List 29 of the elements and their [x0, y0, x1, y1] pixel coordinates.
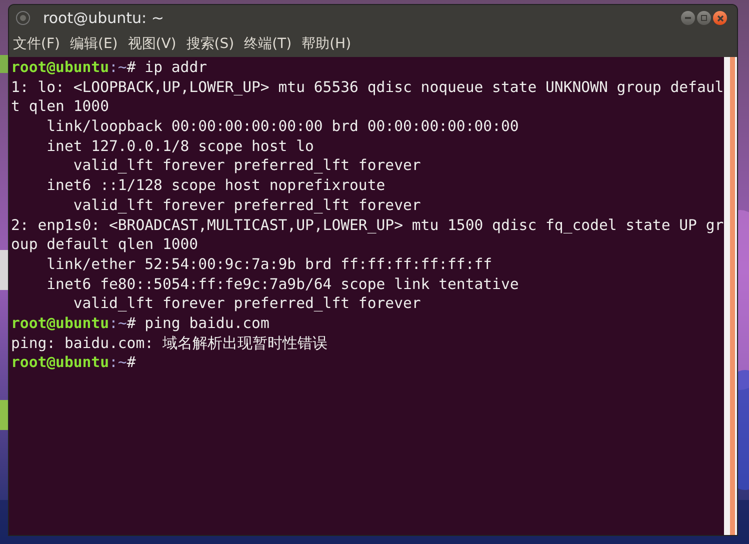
- menu-item[interactable]: 文件(F): [13, 34, 60, 54]
- prompt-line: root@ubuntu:~# ip addr: [11, 58, 208, 78]
- maximize-button[interactable]: [697, 11, 711, 25]
- menu-item[interactable]: 终端(T): [244, 34, 292, 54]
- output-line: 2: enp1s0: <BROADCAST,MULTICAST,UP,LOWER_UP> mtu 1500 qdisc fq_codel state UP gr: [11, 216, 724, 236]
- output-line: inet 127.0.0.1/8 scope host lo: [46, 136, 315, 156]
- output-line: valid_lft forever preferred_lft forever: [72, 156, 422, 176]
- close-button[interactable]: [713, 11, 727, 25]
- output-line: 1: lo: <LOOPBACK,UP,LOWER_UP> mtu 65536 qdisc noqueue state UNKNOWN group defaul: [11, 78, 724, 98]
- menu-item[interactable]: 帮助(H): [302, 34, 352, 54]
- prompt-line: root@ubuntu:~# ping baidu.com: [11, 314, 270, 334]
- output-line: oup default qlen 1000: [11, 235, 200, 255]
- output-line: inet6 ::1/128 scope host noprefixroute: [46, 176, 386, 196]
- output-line: inet6 fe80::5054:ff:fe9c:7a9b/64 scope link tentative: [46, 274, 520, 294]
- output-line: valid_lft forever preferred_lft forever: [72, 294, 422, 314]
- minimize-button[interactable]: [681, 11, 695, 25]
- menu-item[interactable]: 视图(V): [128, 34, 176, 54]
- output-line: valid_lft forever preferred_lft forever: [72, 196, 422, 216]
- output-line: t qlen 1000: [11, 97, 110, 118]
- close-icon: [716, 14, 724, 22]
- scrollbar[interactable]: [724, 57, 737, 535]
- output-line: ping: baidu.com: 域名解析出现暂时性错误: [11, 334, 328, 354]
- output-line: link/loopback 00:00:00:00:00:00 brd 00:00:00:00:00:00: [46, 117, 520, 137]
- window-icon: [17, 12, 29, 24]
- window-title: root@ubuntu: ~: [43, 8, 164, 29]
- menu-item[interactable]: 编辑(E): [70, 34, 118, 54]
- output-line: link/ether 52:54:00:9c:7a:9b brd ff:ff:ff:ff:ff:ff: [46, 254, 494, 275]
- prompt-line: root@ubuntu:~#: [11, 353, 137, 373]
- menu-item[interactable]: 搜索(S): [186, 34, 234, 54]
